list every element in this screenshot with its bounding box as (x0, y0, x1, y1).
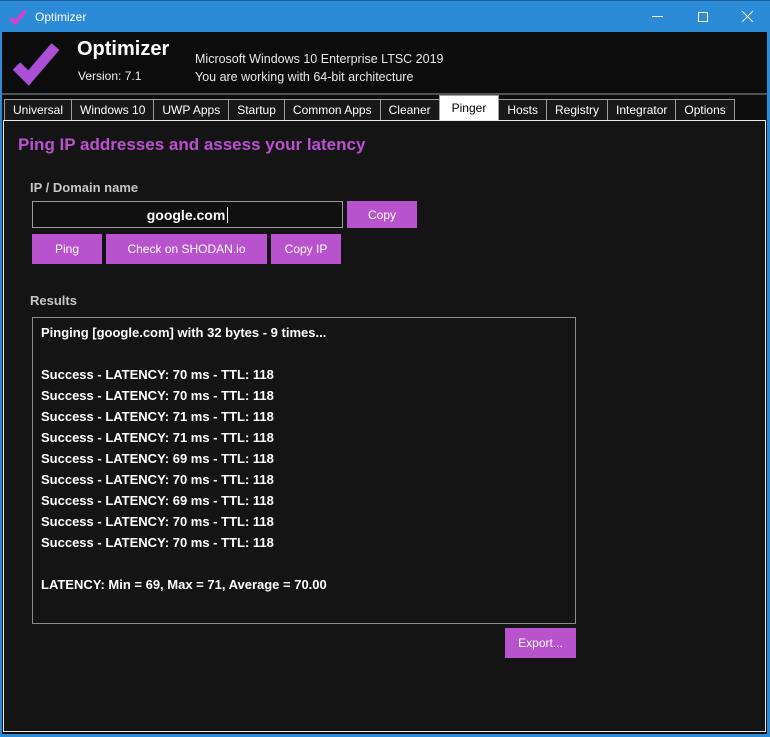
tab-common-apps[interactable]: Common Apps (284, 99, 381, 120)
tab-universal[interactable]: Universal (4, 99, 72, 120)
tab-registry[interactable]: Registry (546, 99, 608, 120)
results-textbox[interactable]: Pinging [google.com] with 32 bytes - 9 t… (32, 317, 576, 624)
ping-button[interactable]: Ping (32, 234, 102, 264)
app-body: Optimizer Version: 7.1 Microsoft Windows… (2, 32, 767, 734)
app-name: Optimizer (77, 38, 169, 61)
tab-integrator[interactable]: Integrator (607, 99, 676, 120)
architecture-info: You are working with 64-bit architecture (195, 70, 413, 84)
results-label: Results (30, 293, 77, 308)
copy-ip-button[interactable]: Copy IP (271, 234, 341, 264)
tab-hosts[interactable]: Hosts (498, 99, 547, 120)
minimize-button[interactable] (635, 1, 680, 32)
checkmark-icon (12, 39, 60, 92)
page-title: Ping IP addresses and assess your latenc… (18, 135, 365, 155)
check-shodan-button[interactable]: Check on SHODAN.io (106, 234, 267, 264)
close-button[interactable] (725, 1, 770, 32)
title-bar[interactable]: Optimizer (0, 0, 770, 32)
minimize-icon (652, 16, 663, 17)
maximize-icon (698, 12, 708, 22)
app-version: Version: 7.1 (78, 69, 141, 83)
tab-startup[interactable]: Startup (228, 99, 285, 120)
text-caret (227, 207, 228, 223)
app-checkmark-icon (9, 8, 27, 26)
tab-cleaner[interactable]: Cleaner (380, 99, 440, 120)
maximize-button[interactable] (680, 1, 725, 32)
close-icon (741, 10, 754, 23)
window-title: Optimizer (35, 10, 86, 24)
app-window: Optimizer Optimizer Version: 7.1 Microso… (0, 0, 770, 737)
tab-uwp-apps[interactable]: UWP Apps (153, 99, 229, 120)
export-button[interactable]: Export... (505, 628, 576, 658)
os-name: Microsoft Windows 10 Enterprise LTSC 201… (195, 52, 443, 66)
tab-windows-10[interactable]: Windows 10 (71, 99, 154, 120)
ip-domain-value: google.com (147, 207, 226, 223)
copy-button[interactable]: Copy (347, 201, 417, 228)
tab-strip: UniversalWindows 10UWP AppsStartupCommon… (2, 95, 767, 120)
window-controls (635, 1, 770, 32)
tab-pinger[interactable]: Pinger (439, 95, 500, 120)
tab-options[interactable]: Options (675, 99, 734, 120)
pinger-panel: Ping IP addresses and assess your latenc… (3, 120, 766, 732)
app-header: Optimizer Version: 7.1 Microsoft Windows… (2, 32, 767, 93)
ip-domain-input[interactable]: google.com (32, 201, 343, 228)
ip-domain-label: IP / Domain name (30, 180, 138, 195)
